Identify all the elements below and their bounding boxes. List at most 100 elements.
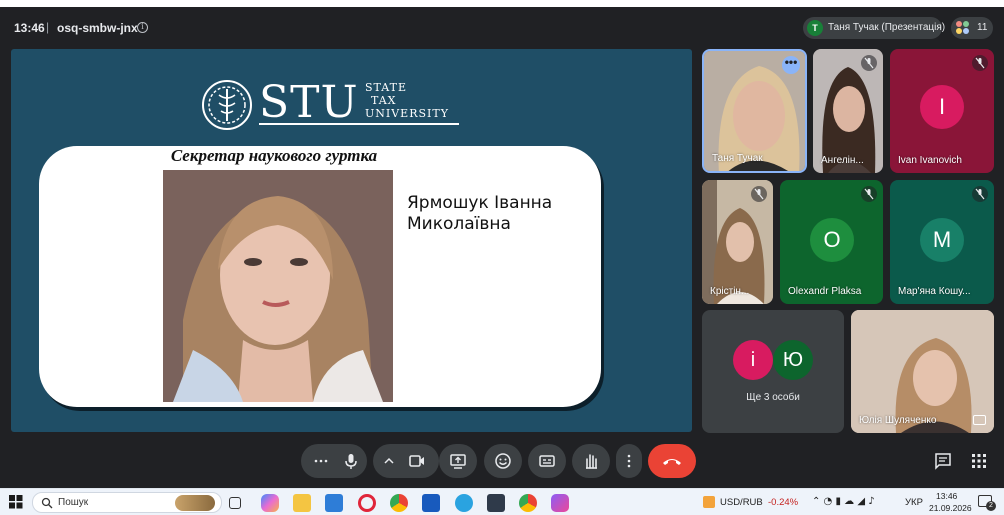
muted-mic-icon [972,55,988,71]
microphone-icon[interactable] [341,451,361,471]
captions-icon [539,455,555,467]
participant-name: Olexandr Plaksa [788,286,862,297]
language-indicator[interactable]: УКР [905,497,923,508]
participant-tile[interactable]: O Olexandr Plaksa [780,180,883,304]
presenter-avatar: T [807,20,823,36]
logo-word-tax: TAX [371,94,397,107]
chat-icon [935,453,951,470]
participant-avatar: Ю [773,340,813,380]
logo-words: STATE TAX UNIVERSITY [365,81,449,120]
participant-tile[interactable]: Крістін... [702,180,773,304]
person-name-line2: Миколаївна [407,214,511,234]
camera-icon[interactable] [407,451,427,471]
meet-window: 13:46 | osq-smbw-jnx i T Таня Тучак (Пре… [0,7,1004,488]
file-explorer-icon[interactable] [293,494,311,512]
participant-name: Таня Тучак [712,153,763,164]
participant-name: Мар'яна Кошу... [898,286,971,297]
logo-letters: STU [259,77,359,128]
activities-button[interactable] [962,444,996,478]
camera-group [373,444,439,478]
presenter-label: Таня Тучак (Презентація) [828,22,946,33]
windows-taskbar: Пошук USD/RUB -0.24% ⌃ ◔ ▮ ☁ ◢ ♪ УКР 13:… [0,488,1004,515]
more-horiz-icon[interactable] [311,451,331,471]
windows-start-icon[interactable] [9,495,23,509]
captions-button[interactable] [528,444,566,478]
more-options-icon[interactable]: ••• [782,56,800,74]
taskbar-search[interactable]: Пошук [32,492,222,513]
chevron-up-icon[interactable] [379,451,399,471]
present-button[interactable] [439,444,477,478]
store-icon[interactable] [325,494,343,512]
participant-tile[interactable]: I Ivan Ivanovich [890,49,994,173]
stocks-icon [703,496,715,508]
chrome-icon[interactable] [390,494,408,512]
logo-word-university: UNIVERSITY [365,107,449,120]
emoji-icon [495,453,511,469]
opera-icon[interactable] [358,494,376,512]
meeting-time: 13:46 [14,21,45,35]
clock-time[interactable]: 13:46 [936,491,957,501]
leave-call-button[interactable] [648,444,696,478]
participant-tile[interactable]: Юлія Шуляченко [851,310,994,433]
clock-date[interactable]: 21.09.2026 [929,503,972,513]
logo-underline [259,123,459,125]
person-name: Ярмошук Іванна Миколаївна [407,193,552,235]
messenger-icon[interactable] [551,494,569,512]
more-participants-label: Ще 3 особи [746,392,800,403]
logo-word-state: STATE [365,81,407,94]
participant-avatar: M [920,218,964,262]
participants-button[interactable]: 11 [951,17,993,39]
person-name-line1: Ярмошук Іванна [407,193,553,213]
emblem-icon [202,80,252,130]
participants-count: 11 [977,22,988,33]
slide-title: Секретар наукового гуртка [170,146,378,165]
more-vert-icon [627,454,631,468]
slide-card: Секретар наукового гуртка Ярмошук Іванна [39,146,601,407]
more-participants-tile[interactable]: і Ю Ще 3 особи [702,310,844,433]
university-logo: STU STATE TAX UNIVERSITY [199,77,461,131]
presenter-chip[interactable]: T Таня Тучак (Презентація) [803,17,946,39]
raise-hand-button[interactable] [572,444,610,478]
participant-avatar: I [920,85,964,129]
telegram-icon[interactable] [455,494,473,512]
present-screen-icon [450,454,466,469]
participant-tile[interactable]: Ангелін... [813,49,883,173]
participant-avatar: O [810,218,854,262]
more-options-button[interactable] [616,444,642,478]
top-bar: 13:46 | osq-smbw-jnx i T Таня Тучак (Пре… [0,7,1004,49]
search-placeholder: Пошук [58,497,89,508]
participant-tile[interactable]: ••• Таня Тучак [702,49,807,173]
muted-mic-icon [861,186,877,202]
notification-count: 2 [986,501,996,511]
participant-name: Ivan Ivanovich [898,155,962,166]
participant-tile[interactable]: M Мар'яна Кошу... [890,180,994,304]
participant-name: Юлія Шуляченко [859,415,937,426]
pin-icon[interactable] [973,415,986,425]
tray-icons[interactable]: ⌃ ◔ ▮ ☁ ◢ ♪ [812,496,875,507]
participants-avatars-icon [956,21,970,35]
search-highlight-icon [175,495,215,511]
muted-mic-icon [751,186,767,202]
muted-mic-icon [861,55,877,71]
app-g-icon[interactable] [487,494,505,512]
chat-button[interactable] [926,444,960,478]
emoji-button[interactable] [484,444,522,478]
participant-name: Крістін... [710,286,750,297]
chrome-active-icon[interactable] [519,494,537,512]
mic-group [301,444,367,478]
participant-avatar: і [733,340,773,380]
separator: | [46,20,50,34]
meeting-code: osq-smbw-jnx [57,21,138,35]
ticker-symbol[interactable]: USD/RUB [720,497,763,508]
participant-name: Ангелін... [821,155,864,166]
presentation-stage: STU STATE TAX UNIVERSITY Секретар науков… [11,49,692,432]
raise-hand-icon [586,454,597,469]
apps-grid-icon [972,454,986,468]
word-icon[interactable] [422,494,440,512]
info-icon[interactable]: i [137,22,148,33]
copilot-icon[interactable] [261,494,279,512]
call-controls [0,437,1004,483]
person-photo [163,170,393,402]
ticker-change: -0.24% [768,497,799,508]
task-view-icon[interactable] [229,497,241,509]
